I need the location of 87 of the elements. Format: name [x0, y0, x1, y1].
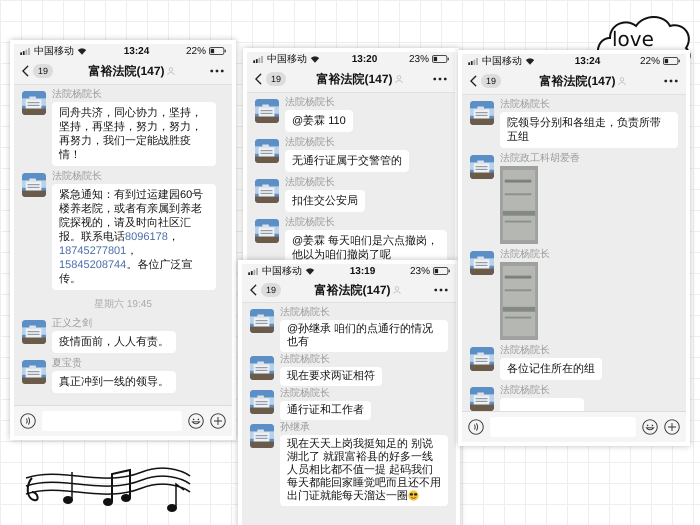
back-icon[interactable] [250, 284, 257, 296]
battery-percent: 22% [640, 56, 660, 66]
message-text: 各位记住所在的组 [507, 362, 595, 376]
clock-time: 13:24 [124, 46, 150, 56]
signal-icon [253, 56, 264, 62]
sender-name: 法院杨院长 [500, 385, 550, 397]
wifi-icon [525, 57, 535, 65]
message-text: 紧急通知：有到过运建园60号楼养老院，或者有亲属到养老院探视的，请及时向社区汇报。联系电话8096178， 18745277801， 15845208744。各位广泛宣传。 [59, 188, 204, 286]
battery-percent: 23% [408, 54, 429, 64]
message-text: 疫情面前，人人有责。 [59, 335, 169, 349]
voice-icon[interactable] [468, 419, 484, 435]
sender-name: 法院杨院长 [285, 177, 335, 189]
message-text: 院领导分别和各组走，负责所带五组 [507, 116, 662, 144]
message-text: 现在天天上岗我挺知足的 别说湖北了 就跟富裕县的好多一线人员相比都不值一提 起码我们每天都能回家睡觉吧而且还不用出门证就能每天溜达一圈 [287, 438, 441, 503]
signal-icon [20, 48, 31, 54]
sender-name: 法院杨院长 [285, 217, 335, 229]
plus-icon[interactable] [664, 419, 680, 435]
message-text: 无通行证属于交警管的 [292, 154, 402, 168]
sender-name: 法院杨院长 [500, 99, 550, 111]
person-icon [392, 286, 401, 294]
person-icon [166, 67, 175, 75]
emoji-icon[interactable] [642, 419, 658, 435]
battery-icon [433, 267, 450, 275]
battery-icon [209, 47, 226, 55]
phone-link[interactable]: 18745277801 [59, 245, 126, 257]
unread-count[interactable]: 19 [261, 283, 282, 297]
sunglasses-face-icon [408, 490, 419, 501]
battery-percent: 23% [410, 266, 430, 276]
signal-icon [248, 268, 259, 274]
battery-icon [663, 57, 680, 65]
more-icon[interactable] [433, 77, 447, 81]
sender-name: 法院杨院长 [280, 354, 330, 366]
clock-time: 13:24 [574, 56, 600, 66]
message-text: 同舟共济，同心协力，坚持，坚持，再坚持，努力，努力，再努力，我们一定能战胜疫情！ [59, 106, 203, 162]
clock-time: 13:19 [350, 266, 376, 276]
sender-name: 法院杨院长 [285, 97, 335, 109]
back-icon[interactable] [22, 65, 29, 77]
phone-link[interactable]: 8096178 [125, 231, 168, 243]
message-text: @孙继承 咱们的点通行的情况也有 [287, 323, 434, 349]
sender-name: 正义之剑 [52, 318, 92, 330]
message-text: 扣住交公安局 [292, 194, 358, 208]
chat-title: 富裕法院(147) [88, 62, 165, 80]
sender-name: 法院杨院长 [52, 89, 102, 101]
message-text: 现在要求两证相符 [287, 370, 375, 383]
back-icon[interactable] [470, 75, 477, 87]
phone-link[interactable]: 15845208744 [59, 259, 126, 271]
wifi-icon [77, 47, 87, 55]
emoji-icon[interactable] [188, 413, 204, 429]
sender-name: 法院政工科胡爱香 [500, 153, 580, 165]
unread-count[interactable]: 19 [481, 74, 502, 88]
message-text: 真正冲到一线的领导。 [59, 375, 169, 389]
battery-percent: 22% [186, 46, 206, 56]
signal-icon [468, 58, 479, 64]
more-icon[interactable] [210, 69, 224, 73]
person-icon [394, 75, 403, 83]
sender-name: 法院杨院长 [52, 171, 102, 183]
message-text: 通行证和工作者 [287, 404, 364, 417]
sender-name: 夏宝贵 [52, 358, 82, 370]
carrier-name: 中国移动 [34, 44, 74, 58]
person-icon [618, 77, 626, 85]
timestamp: 星期六 19:45 [93, 298, 153, 312]
message-text: @姜霖 每天咱们是六点撤岗，他以为咱们撤岗了呢 [292, 234, 440, 262]
battery-icon [432, 55, 449, 63]
wifi-icon [305, 267, 315, 275]
sender-name: 法院杨院长 [500, 249, 550, 261]
more-icon[interactable] [664, 79, 678, 83]
carrier-name: 中国移动 [482, 54, 522, 68]
unread-count[interactable]: 19 [33, 64, 54, 78]
wifi-icon [310, 55, 320, 63]
message-text: @姜霖 110 [292, 114, 346, 128]
sender-name: 法院杨院长 [500, 345, 550, 357]
sender-name: 法院杨院长 [285, 137, 335, 149]
more-icon[interactable] [434, 288, 448, 292]
sender-name: 法院杨院长 [280, 388, 330, 400]
back-icon[interactable] [255, 73, 262, 85]
clock-time: 13:20 [352, 54, 378, 64]
plus-icon[interactable] [210, 413, 226, 429]
voice-icon[interactable] [20, 413, 36, 429]
cloud-text: love [612, 27, 654, 51]
sender-name: 孙继承 [280, 422, 310, 434]
unread-count[interactable]: 19 [266, 72, 286, 86]
chat-title: 富裕法院(147) [540, 72, 616, 90]
chat-title: 富裕法院(147) [314, 282, 391, 298]
carrier-name: 中国移动 [267, 52, 307, 66]
chat-title: 富裕法院(147) [316, 70, 393, 88]
sender-name: 法院杨院长 [280, 307, 330, 319]
carrier-name: 中国移动 [262, 264, 302, 278]
